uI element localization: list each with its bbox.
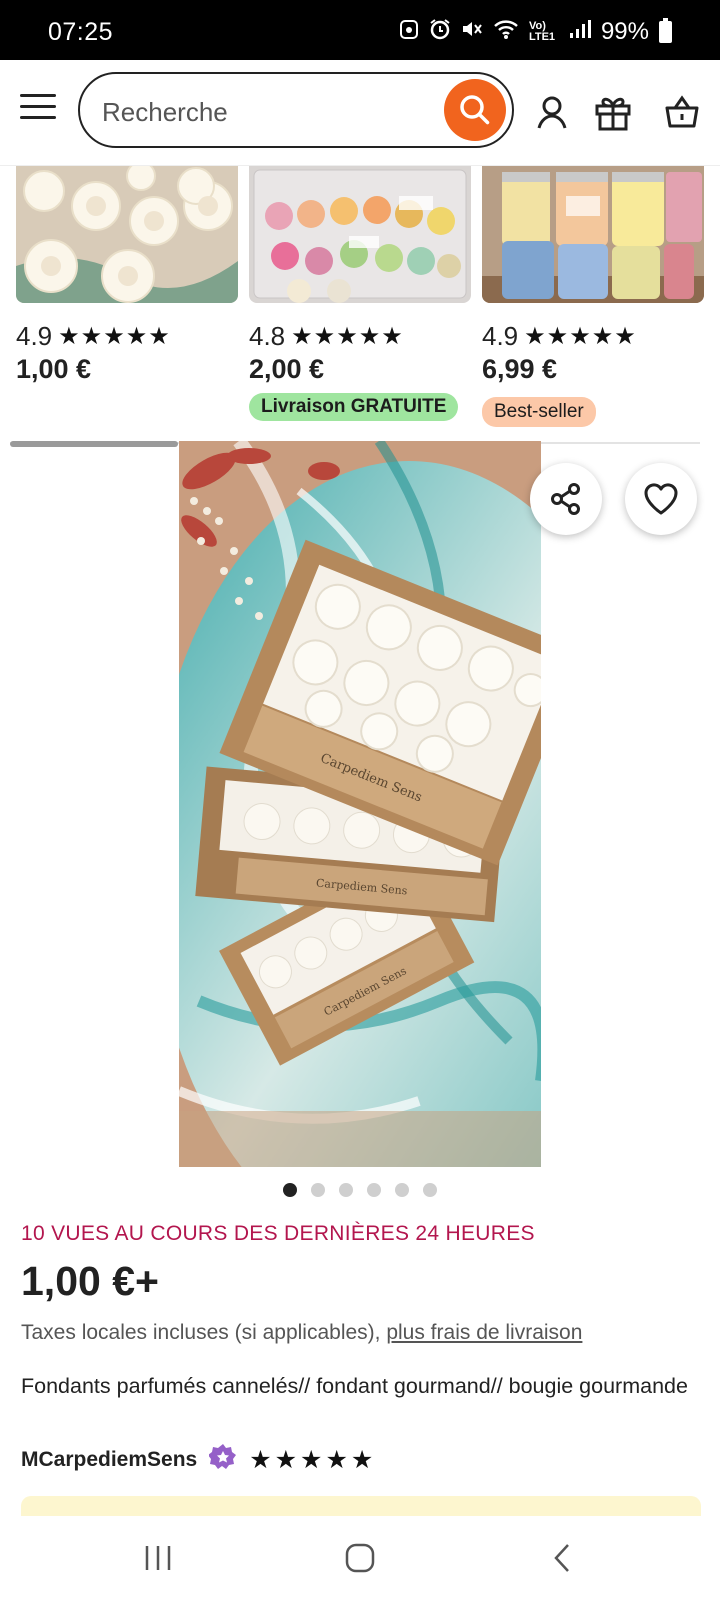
product-price: 6,99 € [482, 354, 558, 384]
gift-icon [595, 97, 631, 131]
status-bar: 07:25 Vo) LTE1 99% [0, 0, 720, 60]
search-box [78, 72, 514, 148]
star-seller-icon [208, 1443, 237, 1476]
product-card[interactable]: 4.9 ★★★★★ 6,99 € Best-seller [482, 166, 704, 427]
shop-stars: ★★★★★ [249, 1445, 377, 1474]
product-price: 1,00 € [16, 354, 92, 384]
status-time: 07:25 [48, 18, 114, 46]
system-nav-bar [0, 1516, 720, 1600]
status-icons: Vo) LTE1 99% [399, 18, 672, 46]
pagination-dot[interactable] [311, 1183, 325, 1197]
bestseller-badge: Best-seller [482, 397, 596, 427]
product-price-main: 1,00 €+ [21, 1258, 159, 1304]
back-button[interactable] [540, 1538, 584, 1578]
related-products: 4.9 ★★★★★ 1,00 € 4.8 ★★★★★ 2,00 € Livrai… [16, 166, 720, 436]
star-icons: ★★★★★ [58, 323, 171, 350]
account-button[interactable] [534, 94, 570, 130]
pagination-dot[interactable] [367, 1183, 381, 1197]
views-count: 10 VUES AU COURS DES DERNIÈRES 24 HEURES [21, 1222, 535, 1245]
heart-icon [644, 483, 678, 515]
pagination-dot[interactable] [423, 1183, 437, 1197]
pagination-dot[interactable] [339, 1183, 353, 1197]
battery-percent: 99% [600, 18, 649, 45]
back-icon [554, 1544, 569, 1572]
product-rating: 4.8 ★★★★★ [249, 321, 471, 352]
home-button[interactable] [338, 1538, 382, 1578]
product-image[interactable] [249, 166, 471, 303]
gift-button[interactable] [594, 94, 631, 131]
product-main-image[interactable]: Carpediem Sens Carpediem Sens Carpediem … [179, 441, 541, 1167]
favorite-button[interactable] [625, 463, 697, 535]
image-pagination [0, 1183, 720, 1197]
menu-button[interactable] [20, 94, 56, 124]
product-rating: 4.9 ★★★★★ [16, 321, 238, 352]
share-button[interactable] [530, 463, 602, 535]
recents-button[interactable] [136, 1538, 180, 1578]
product-image[interactable] [482, 166, 704, 303]
share-icon [551, 483, 580, 515]
search-icon [460, 95, 490, 125]
rating-value: 4.9 [16, 321, 53, 351]
product-image[interactable] [16, 166, 238, 303]
carousel-scroll-thumb[interactable] [10, 441, 178, 447]
shop-info: MCarpediemSens ★★★★★ [21, 1443, 376, 1476]
star-icons: ★★★★★ [291, 323, 404, 350]
menu-icon [20, 94, 56, 97]
recents-icon [145, 1546, 171, 1570]
rating-value: 4.8 [249, 321, 286, 351]
shop-name-link[interactable]: MCarpediemSens [21, 1448, 197, 1472]
product-rating: 4.9 ★★★★★ [482, 321, 704, 352]
rating-value: 4.9 [482, 321, 519, 351]
product-title: Fondants parfumés cannelés// fondant gou… [21, 1374, 688, 1398]
search-button[interactable] [444, 79, 506, 141]
signal-icon [569, 19, 591, 45]
pagination-dot[interactable] [395, 1183, 409, 1197]
product-card[interactable]: 4.8 ★★★★★ 2,00 € Livraison GRATUITE [249, 166, 471, 421]
info-banner [21, 1496, 701, 1516]
mute-icon [461, 18, 483, 46]
shipping-link[interactable]: plus frais de livraison [386, 1321, 582, 1344]
home-icon [345, 1543, 375, 1573]
taxes-text: Taxes locales incluses (si applicables), [21, 1321, 387, 1344]
product-price: 2,00 € [249, 354, 325, 384]
battery-icon [659, 18, 672, 43]
cart-button[interactable] [664, 94, 700, 130]
basket-icon [665, 95, 699, 128]
product-card[interactable]: 4.9 ★★★★★ 1,00 € [16, 166, 238, 385]
taxes-note: Taxes locales incluses (si applicables),… [21, 1321, 582, 1345]
lock-icon [399, 18, 419, 46]
app-header [0, 60, 720, 166]
wifi-icon [493, 18, 519, 46]
search-input[interactable] [102, 94, 432, 130]
star-icons: ★★★★★ [524, 323, 637, 350]
pagination-dot[interactable] [283, 1183, 297, 1197]
user-icon [537, 96, 567, 129]
alarm-icon [429, 18, 451, 46]
network-label: Vo) LTE1 [528, 20, 556, 43]
free-shipping-badge: Livraison GRATUITE [249, 393, 459, 421]
